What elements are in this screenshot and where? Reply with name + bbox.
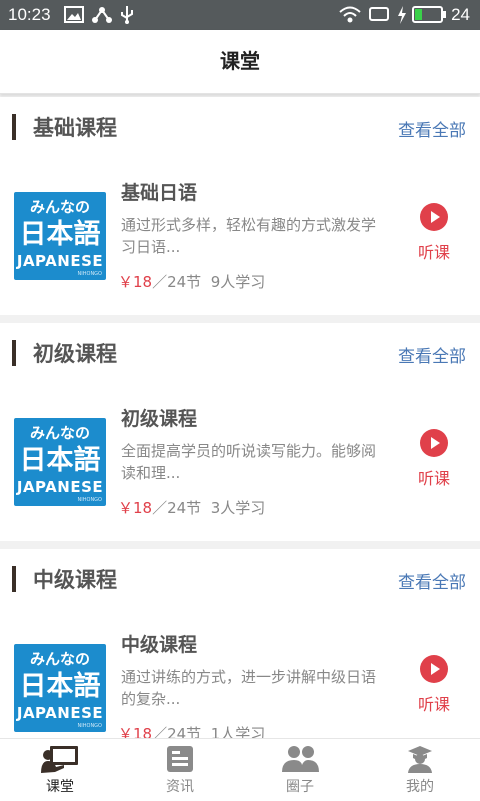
listen-button[interactable]: 听课 [416,429,452,488]
course-meta: ￥18／24节 3人学习 [118,497,265,518]
lesson-count: ／24节 [152,273,202,291]
bottom-tab-bar: 课堂 资讯 圈子 我的 [0,738,480,801]
course-thumbnail: みんなの 日本語 JAPANESE NIHONGO [14,418,106,506]
course-card[interactable]: みんなの 日本語 JAPANESE NIHONGO 基础日语 通过形式多样，轻松… [0,167,480,307]
thumbnail-text: JAPANESE [16,252,104,270]
listen-button[interactable]: 听课 [416,203,452,262]
thumbnail-small-text: NIHONGO [77,271,102,277]
classroom-icon [41,746,78,773]
tab-label: 课堂 [46,779,74,795]
lesson-count: ／24节 [152,725,202,738]
thumbnail-text: 日本語 [19,219,101,250]
course-section: 基础课程 查看全部 みんなの 日本語 JAPANESE NIHONGO 基础日语… [0,97,480,315]
course-thumbnail: みんなの 日本語 JAPANESE NIHONGO [14,192,106,280]
course-name: 中级课程 [121,634,198,656]
course-description: 通过形式多样，轻松有趣的方式激发学习日语... [121,216,377,256]
section-title: 基础课程 [33,116,117,140]
section-header: 中级课程 查看全部 [0,549,480,609]
course-name: 初级课程 [121,408,198,430]
tab-label: 我的 [406,779,434,795]
thumbnail-text: JAPANESE [16,704,104,722]
charging-icon [397,6,407,29]
course-section: 中级课程 查看全部 みんなの 日本語 JAPANESE NIHONGO 中级课程… [0,549,480,738]
usb-icon [120,6,134,29]
listen-label: 听课 [417,695,450,714]
learner-count: 1人学习 [210,725,266,738]
view-all-link[interactable]: 查看全部 [398,568,466,593]
tab-label: 资讯 [166,779,194,795]
image-notification-icon [64,6,84,28]
learner-count: 9人学习 [210,273,266,291]
section-accent-bar [12,114,16,140]
thumbnail-text: 日本語 [19,671,101,702]
section-header: 初级课程 查看全部 [0,323,480,383]
thumbnail-small-text: NIHONGO [77,497,102,503]
battery-icon [412,6,446,28]
course-price: ￥18 [118,499,153,517]
tab-circle[interactable]: 圈子 [240,739,360,801]
section-accent-bar [12,340,16,366]
tab-news[interactable]: 资讯 [120,739,240,801]
page-title: 课堂 [220,49,260,73]
tab-profile[interactable]: 我的 [360,739,480,801]
course-price: ￥18 [118,725,153,738]
news-icon [167,746,193,772]
course-description: 通过讲练的方式，进一步讲解中级日语的复杂... [121,668,377,708]
course-meta: ￥18／24节 9人学习 [118,271,265,292]
wifi-icon [339,6,361,28]
section-accent-bar [12,566,16,592]
tab-classroom[interactable]: 课堂 [0,739,120,801]
section-title: 中级课程 [33,568,117,592]
status-bar: 10:23 24 [0,0,480,30]
course-section: 初级课程 查看全部 みんなの 日本語 JAPANESE NIHONGO 初级课程… [0,323,480,541]
profile-icon [408,746,432,773]
listen-label: 听课 [417,469,450,488]
thumbnail-small-text: NIHONGO [77,723,102,729]
thumbnail-text: 日本語 [19,445,101,476]
section-title: 初级课程 [33,342,117,366]
status-time: 10:23 [8,5,51,24]
course-description: 全面提高学员的听说读写能力。能够阅读和理... [121,442,377,482]
tab-label: 圈子 [286,779,314,795]
course-card[interactable]: みんなの 日本語 JAPANESE NIHONGO 初级课程 全面提高学员的听说… [0,393,480,533]
play-icon [420,655,448,683]
course-name: 基础日语 [121,182,198,204]
share-notification-icon [92,6,112,29]
thumbnail-text: JAPANESE [16,478,104,496]
listen-button[interactable]: 听课 [416,655,452,714]
course-meta: ￥18／24节 1人学习 [118,723,265,738]
learner-count: 3人学习 [210,499,266,517]
view-all-link[interactable]: 查看全部 [398,116,466,141]
course-list[interactable]: 基础课程 查看全部 みんなの 日本語 JAPANESE NIHONGO 基础日语… [0,97,480,738]
section-header: 基础课程 查看全部 [0,97,480,157]
course-thumbnail: みんなの 日本語 JAPANESE NIHONGO [14,644,106,732]
course-card[interactable]: みんなの 日本語 JAPANESE NIHONGO 中级课程 通过讲练的方式，进… [0,619,480,738]
play-icon [420,203,448,231]
group-icon [282,746,319,772]
screen-icon [369,6,389,27]
lesson-count: ／24节 [152,499,202,517]
view-all-link[interactable]: 查看全部 [398,342,466,367]
course-price: ￥18 [118,273,153,291]
app-header: 课堂 [0,30,480,94]
listen-label: 听课 [417,243,450,262]
battery-percentage: 24 [451,5,470,24]
play-icon [420,429,448,457]
